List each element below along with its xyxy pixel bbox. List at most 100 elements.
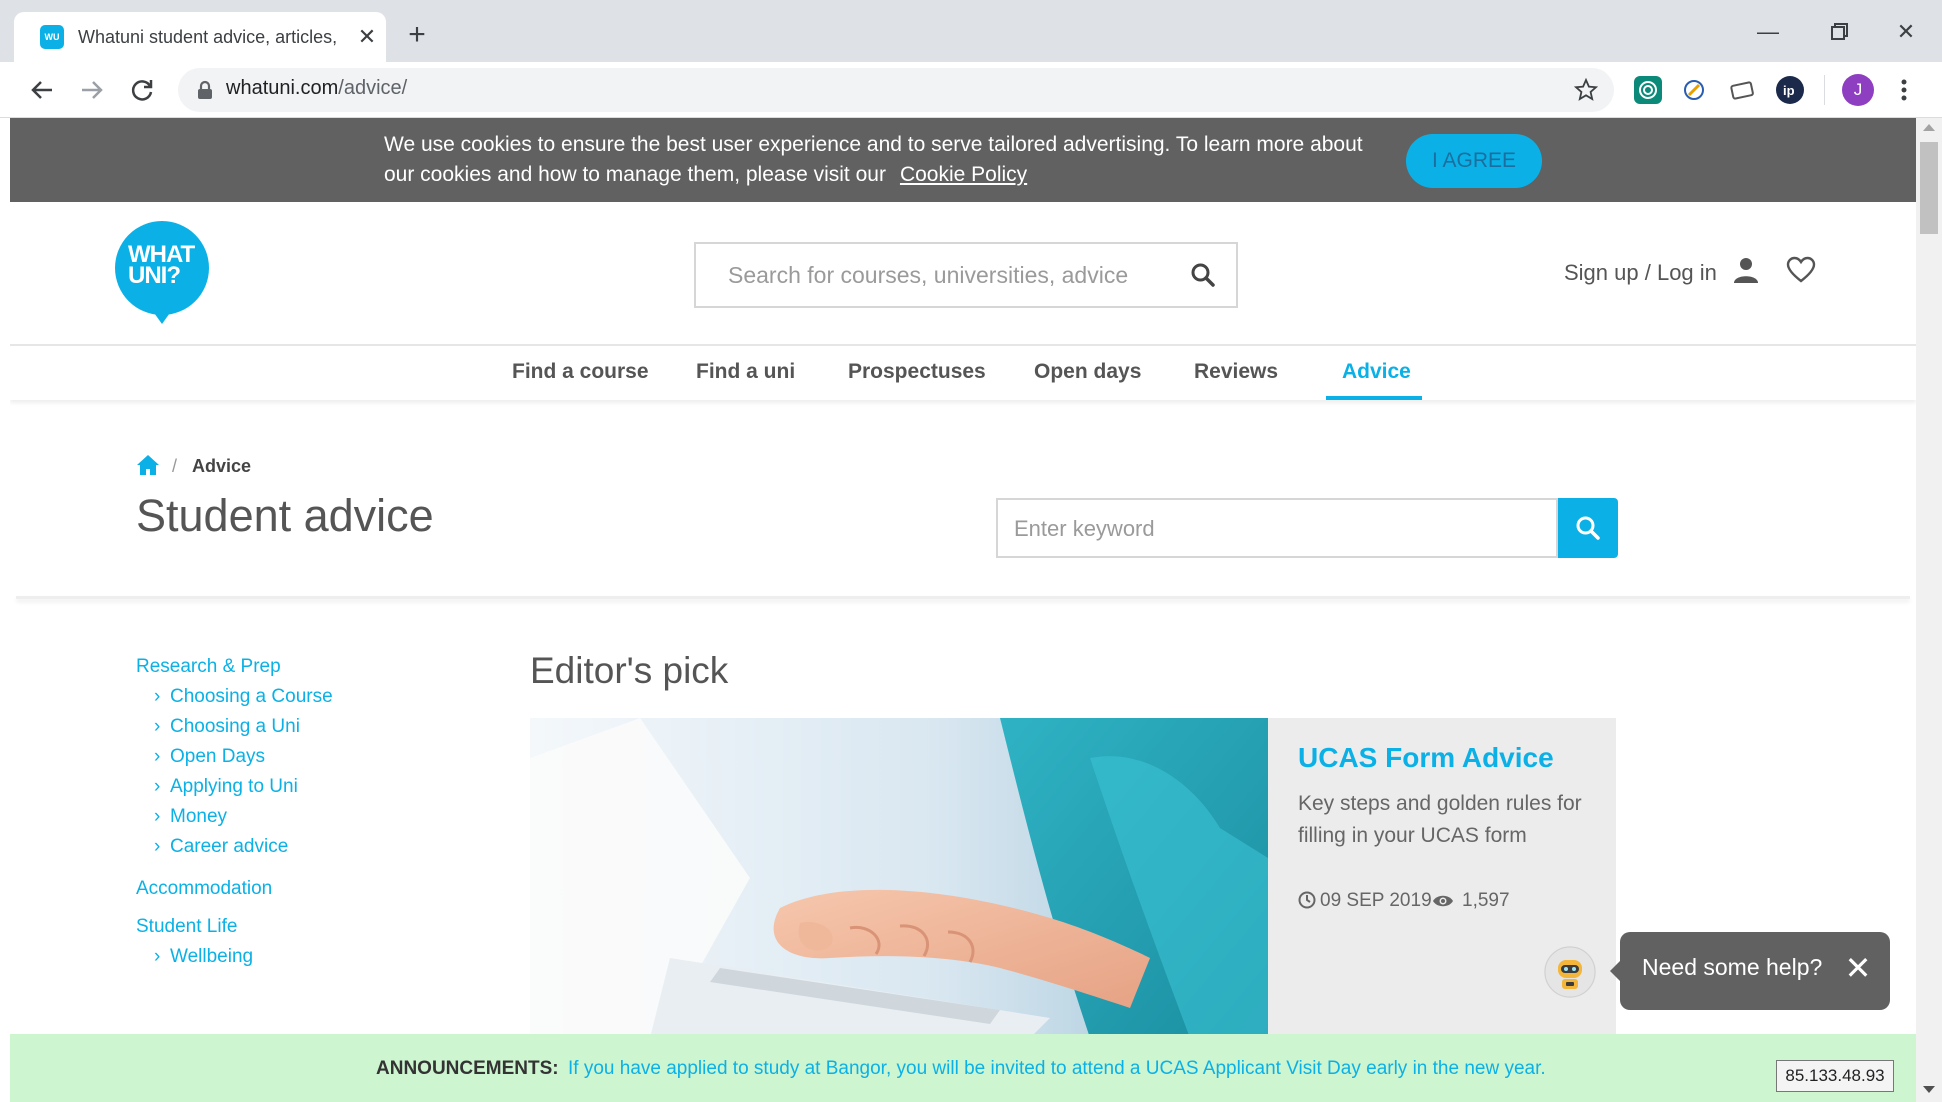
sidebar-item-choosing-a-uni[interactable]: › Choosing a Uni: [154, 716, 300, 738]
site-search-placeholder: Search for courses, universities, advice: [728, 262, 1129, 288]
logo-line2: UNI?: [128, 262, 181, 289]
extension-3-icon[interactable]: [1728, 76, 1756, 104]
tab-title: Whatuni student advice, articles,: [78, 27, 338, 47]
help-bot-avatar[interactable]: [1544, 946, 1596, 998]
scroll-up-arrow-icon[interactable]: [1923, 124, 1935, 131]
url-text: whatuni.com/advice/: [226, 77, 407, 100]
page-scrollbar[interactable]: [1916, 118, 1942, 1102]
clock-icon: [1298, 891, 1316, 909]
window-close-icon[interactable]: ✕: [1886, 14, 1926, 50]
bookmark-star-icon[interactable]: [1574, 78, 1598, 102]
article-date-text: 09 SEP 2019: [1320, 890, 1432, 911]
editors-pick-heading: Editor's pick: [530, 650, 729, 691]
chevron-right-icon: ›: [154, 806, 161, 827]
svg-text:ip: ip: [1783, 83, 1795, 98]
search-icon[interactable]: [1190, 262, 1216, 288]
article-views-count: 1,597: [1462, 890, 1510, 911]
sidebar-item-open-days[interactable]: › Open Days: [154, 746, 265, 768]
cookie-policy-link[interactable]: Cookie Policy: [900, 163, 1027, 186]
nav-open-days[interactable]: Open days: [1034, 360, 1141, 384]
minimize-icon[interactable]: —: [1748, 14, 1788, 50]
logo-text: WHAT UNI?: [128, 243, 198, 289]
cookie-text: We use cookies to ensure the best user e…: [384, 130, 1364, 190]
lock-icon: [196, 80, 214, 100]
profile-avatar[interactable]: J: [1842, 74, 1874, 106]
browser-toolbar: whatuni.com/advice/ ip J: [0, 62, 1942, 118]
announcement-label: ANNOUNCEMENTS:: [376, 1058, 559, 1079]
breadcrumb-current: Advice: [192, 456, 252, 476]
announcement-link[interactable]: If you have applied to study at Bangor, …: [568, 1058, 1546, 1080]
browser-menu-icon[interactable]: [1896, 74, 1912, 106]
nav-reviews[interactable]: Reviews: [1194, 360, 1278, 384]
keyword-search-input[interactable]: Enter keyword: [996, 498, 1558, 558]
nav-active-indicator: [1326, 396, 1422, 400]
nav-find-a-course[interactable]: Find a course: [512, 360, 649, 384]
search-icon: [1575, 515, 1601, 541]
extension-1-icon[interactable]: [1634, 76, 1662, 104]
scroll-down-arrow-icon[interactable]: [1923, 1086, 1935, 1093]
cookie-message: We use cookies to ensure the best user e…: [384, 133, 1363, 186]
reload-icon[interactable]: [124, 72, 160, 108]
main-navigation: Find a course Find a uni Prospectuses Op…: [10, 346, 1916, 400]
address-bar[interactable]: whatuni.com/advice/: [178, 68, 1614, 112]
whatuni-logo[interactable]: WHAT UNI?: [114, 220, 210, 324]
nav-advice[interactable]: Advice: [1342, 360, 1411, 384]
article-date: 09 SEP 2019: [1298, 890, 1432, 912]
keyword-placeholder: Enter keyword: [1014, 516, 1155, 541]
url-host: whatuni.com: [226, 77, 339, 99]
eye-icon: [1432, 893, 1454, 909]
chevron-right-icon: ›: [154, 746, 161, 767]
extension-ip-icon[interactable]: ip: [1776, 76, 1804, 104]
new-tab-icon[interactable]: +: [402, 20, 432, 50]
sidebar-item-wellbeing[interactable]: › Wellbeing: [154, 946, 253, 968]
cookie-banner: We use cookies to ensure the best user e…: [10, 118, 1916, 202]
tab-favicon-icon: WU: [40, 25, 64, 49]
help-chat-bubble[interactable]: Need some help? ✕: [1620, 932, 1890, 1010]
article-headline[interactable]: UCAS Form Advice: [1298, 742, 1554, 774]
chevron-right-icon: ›: [154, 686, 161, 707]
heart-icon[interactable]: [1786, 256, 1816, 284]
chevron-right-icon: ›: [154, 776, 161, 797]
chevron-right-icon: ›: [154, 946, 161, 967]
help-close-icon[interactable]: ✕: [1842, 952, 1874, 984]
sidebar-item-money[interactable]: › Money: [154, 806, 227, 828]
back-icon[interactable]: [24, 72, 60, 108]
restore-icon[interactable]: [1818, 14, 1858, 50]
article-views: 1,597: [1432, 890, 1510, 912]
url-path: /advice/: [338, 77, 408, 99]
site-search-input[interactable]: Search for courses, universities, advice: [694, 242, 1238, 308]
sidebar-item-career-advice[interactable]: › Career advice: [154, 836, 288, 858]
sidebar-item-label: Money: [170, 806, 228, 827]
sidebar-item-label: Open Days: [170, 746, 266, 767]
nav-find-a-uni[interactable]: Find a uni: [696, 360, 795, 384]
keyword-search-button[interactable]: [1558, 498, 1618, 558]
page-viewport: We use cookies to ensure the best user e…: [10, 118, 1916, 1102]
breadcrumb-separator: /: [172, 456, 178, 476]
page-title: Student advice: [136, 490, 434, 541]
agree-button[interactable]: I AGREE: [1406, 134, 1542, 188]
nav-prospectuses[interactable]: Prospectuses: [848, 360, 986, 384]
sidebar-section-student-life[interactable]: Student Life: [136, 916, 237, 938]
sidebar-item-applying-to-uni[interactable]: › Applying to Uni: [154, 776, 298, 798]
hero-divider: [16, 596, 1910, 599]
sidebar-item-choosing-a-course[interactable]: › Choosing a Course: [154, 686, 333, 708]
tab-close-icon[interactable]: ✕: [354, 24, 380, 50]
scrollbar-thumb[interactable]: [1920, 142, 1938, 234]
signup-login-link[interactable]: Sign up / Log in: [1564, 260, 1717, 286]
sidebar-section-accommodation[interactable]: Accommodation: [136, 878, 272, 900]
sidebar-item-label: Wellbeing: [170, 946, 254, 967]
sidebar-item-label: Career advice: [170, 836, 289, 857]
browser-tab[interactable]: WU Whatuni student advice, articles, ✕: [14, 12, 386, 62]
article-image[interactable]: [530, 718, 1268, 1038]
article-description: Key steps and golden rules for filling i…: [1298, 792, 1582, 847]
toolbar-divider: [1824, 75, 1825, 105]
help-text: Need some help?: [1642, 954, 1823, 980]
chevron-right-icon: ›: [154, 716, 161, 737]
user-icon[interactable]: [1732, 256, 1760, 284]
forward-icon[interactable]: [74, 72, 110, 108]
extension-2-icon[interactable]: [1680, 76, 1708, 104]
sidebar-item-label: Choosing a Course: [170, 686, 333, 707]
sidebar-section-research-prep[interactable]: Research & Prep: [136, 656, 281, 678]
chevron-right-icon: ›: [154, 836, 161, 857]
home-icon[interactable]: [136, 454, 160, 476]
